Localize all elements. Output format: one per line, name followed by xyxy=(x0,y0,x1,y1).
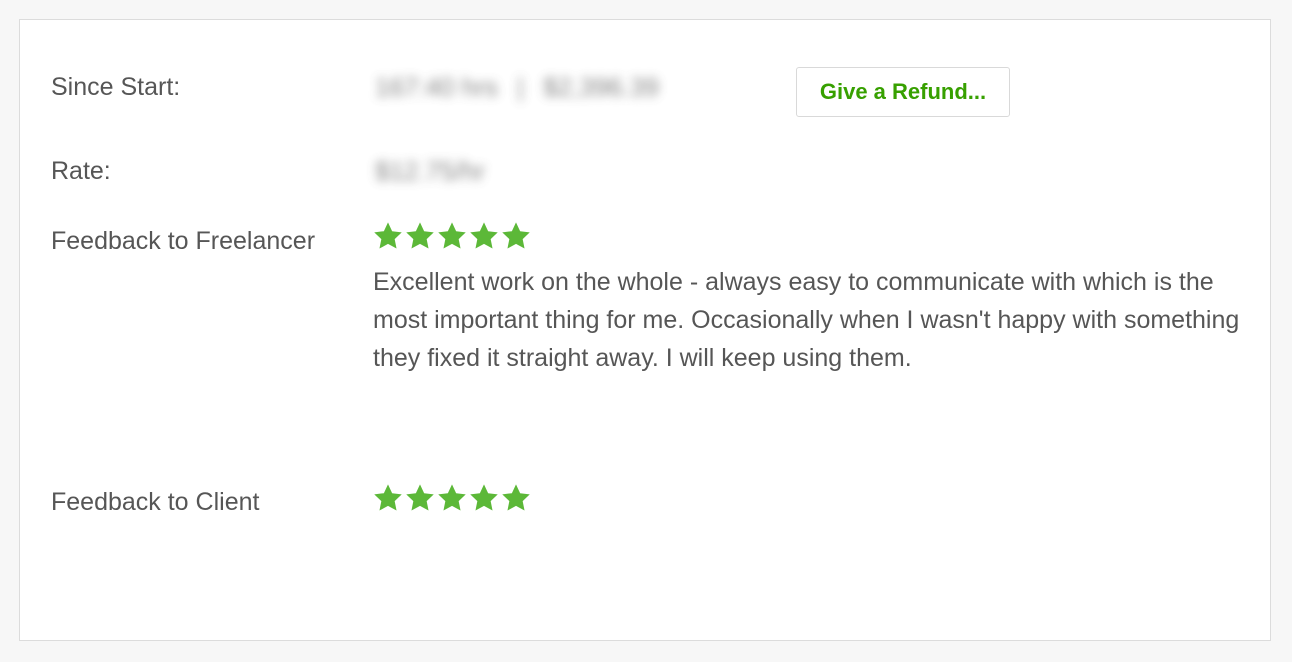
give-refund-button[interactable]: Give a Refund... xyxy=(796,67,1010,117)
star-icon xyxy=(500,482,532,514)
freelancer-rating-stars xyxy=(372,220,532,252)
since-start-label: Since Start: xyxy=(51,73,181,101)
client-rating-stars xyxy=(372,482,532,514)
star-icon xyxy=(468,482,500,514)
rate-label: Rate: xyxy=(51,157,111,185)
star-icon xyxy=(436,482,468,514)
star-icon xyxy=(372,220,404,252)
star-icon xyxy=(436,220,468,252)
freelancer-feedback-comment: Excellent work on the whole - always eas… xyxy=(373,268,1240,372)
star-icon xyxy=(404,482,436,514)
star-icon xyxy=(372,482,404,514)
feedback-to-client-label: Feedback to Client xyxy=(51,488,260,516)
star-icon xyxy=(404,220,436,252)
star-icon xyxy=(468,220,500,252)
star-icon xyxy=(500,220,532,252)
since-start-hours-value: 167:40 hrs | $2,396.39 xyxy=(375,72,659,102)
rate-value: $12.75/hr xyxy=(375,156,485,186)
contract-summary-card: Since Start: 167:40 hrs | $2,396.39 Give… xyxy=(19,19,1271,641)
feedback-to-freelancer-label: Feedback to Freelancer xyxy=(51,227,316,255)
